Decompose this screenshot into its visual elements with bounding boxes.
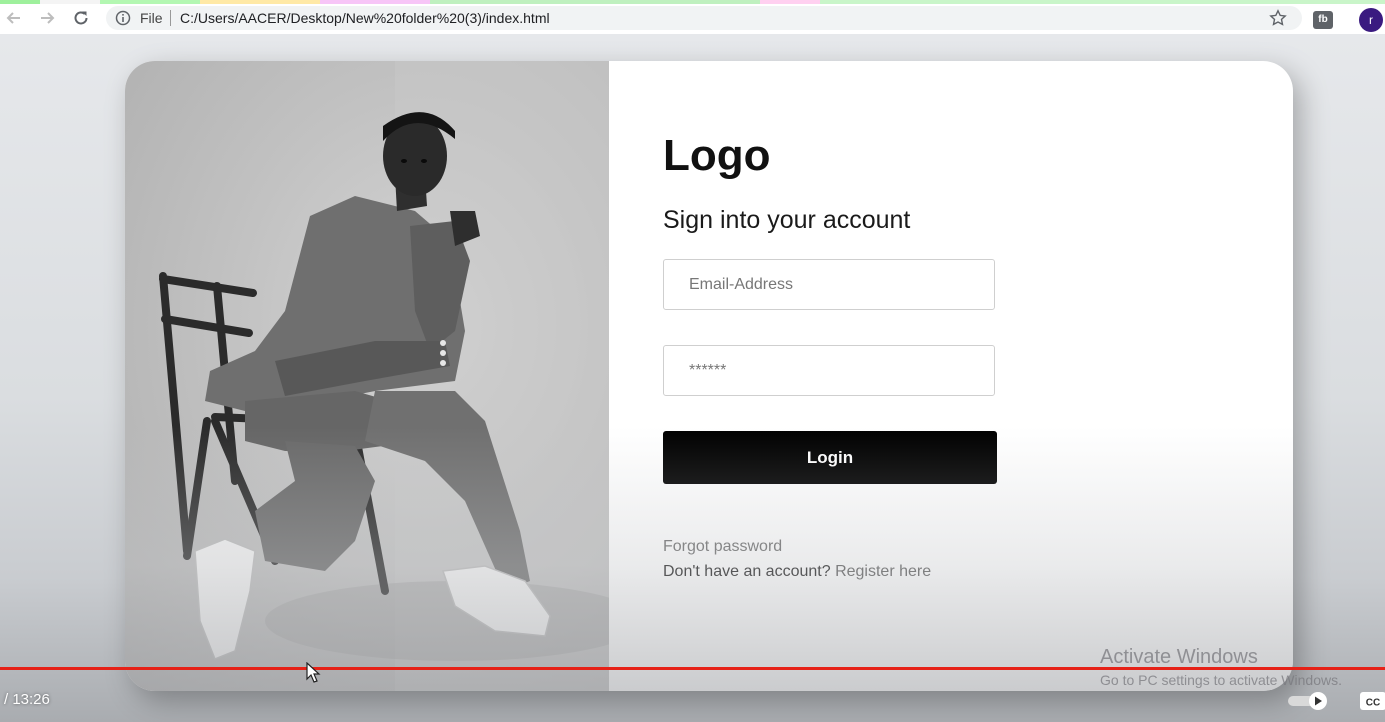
forward-button[interactable] (36, 7, 58, 29)
forward-arrow-icon (41, 12, 55, 24)
logo: Logo (663, 131, 771, 180)
video-progress-bar[interactable] (0, 667, 1385, 670)
back-button[interactable] (3, 7, 25, 29)
photo-panel (125, 61, 609, 691)
mouse-cursor-icon (306, 662, 321, 683)
activate-windows-title: Activate Windows (1100, 646, 1258, 668)
address-bar[interactable]: File C:/Users/AACER/Desktop/New%20folder… (106, 6, 1302, 30)
woman-sitting-photo (159, 61, 609, 691)
cc-label: CC (1366, 698, 1380, 709)
sign-in-heading: Sign into your account (663, 206, 911, 234)
info-icon[interactable] (115, 10, 131, 26)
forgot-password-link[interactable]: Forgot password (663, 538, 782, 556)
activate-windows-subtitle: Go to PC settings to activate Windows. (1100, 672, 1342, 688)
cc-icon: CC (1360, 692, 1385, 710)
star-icon[interactable] (1269, 9, 1287, 27)
cc-button[interactable]: CC (1359, 690, 1385, 712)
back-arrow-icon (6, 12, 20, 24)
password-field[interactable] (663, 345, 995, 396)
url-text[interactable]: C:/Users/AACER/Desktop/New%20folder%20(3… (180, 10, 550, 26)
register-prompt: Don't have an account? Register here (663, 563, 931, 581)
browser-toolbar: File C:/Users/AACER/Desktop/New%20folder… (0, 4, 1385, 34)
url-separator (170, 10, 171, 26)
url-scheme-label: File (140, 10, 163, 26)
register-link[interactable]: Register here (835, 563, 931, 580)
reload-button[interactable] (70, 7, 92, 29)
login-card: Logo Sign into your account Login Forgot… (125, 61, 1293, 691)
extension-icon[interactable]: fb (1313, 11, 1333, 29)
login-button[interactable]: Login (663, 431, 997, 484)
no-account-text: Don't have an account? (663, 563, 831, 580)
autoplay-toggle[interactable] (1288, 692, 1328, 710)
profile-avatar[interactable]: r (1359, 8, 1383, 32)
login-form-panel: Logo Sign into your account Login Forgot… (609, 61, 1293, 691)
video-time: / 13:26 (4, 691, 50, 708)
reload-icon (74, 11, 88, 25)
email-field[interactable] (663, 259, 995, 310)
